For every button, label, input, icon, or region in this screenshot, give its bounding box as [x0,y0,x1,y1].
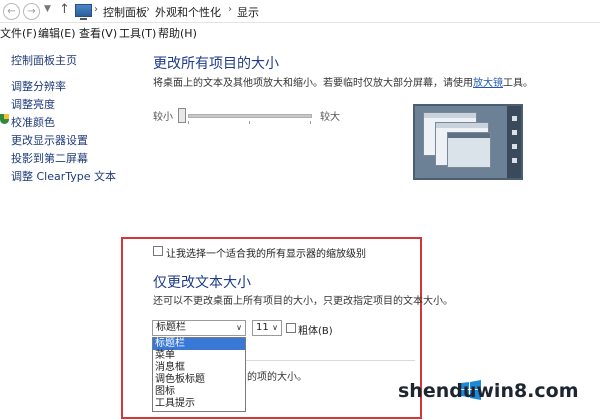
breadcrumb-appearance[interactable]: 外观和个性化 [155,4,221,20]
page-title: 更改所有项目的大小 [153,56,279,72]
bold-checkbox[interactable] [286,323,296,333]
custom-scaling-label: 让我选择一个适合我的所有显示器的缩放级别 [166,249,366,260]
preview-sidebar [507,106,521,178]
description-suffix: 工具。 [503,78,533,89]
history-dropdown-icon[interactable]: ▼ [44,4,51,14]
menu-view[interactable]: 查看(V) [79,25,117,41]
description-text: 将桌面上的文本及其他项放大和缩小。若要临时仅放大部分屏幕，请使用 [153,78,473,89]
custom-scaling-checkbox[interactable] [153,246,163,256]
text-item-dropdown-list: 标题栏 菜单 消息框 调色板标题 图标 工具提示 [152,337,246,412]
dropdown-option-tooltip[interactable]: 工具提示 [153,398,245,410]
preview-window [447,132,491,168]
display-preview-image [413,104,523,180]
sidebar-item-calibrate-color[interactable]: 校准颜色 [11,114,55,130]
menu-help[interactable]: 帮助(H) [158,25,197,41]
dropdown-option-title-bar[interactable]: 标题栏 [153,338,245,350]
forward-arrow-icon[interactable]: → [23,3,40,20]
bold-label: 粗体(B) [298,326,333,337]
back-arrow-icon[interactable]: ← [3,3,20,20]
shield-icon [0,114,9,124]
magnifier-link[interactable]: 放大镜 [473,78,503,89]
sidebar-item-brightness[interactable]: 调整亮度 [11,96,55,112]
text-item-select[interactable]: 标题栏 ∨ [152,320,246,336]
dropdown-option-icon[interactable]: 图标 [153,386,245,398]
up-arrow-icon[interactable]: ↑ [59,2,70,17]
page-description: 将桌面上的文本及其他项放大和缩小。若要临时仅放大部分屏幕，请使用放大镜工具。 [153,74,533,89]
breadcrumb-display[interactable]: 显示 [237,4,259,20]
slider-tick [249,121,250,124]
slider-min-label: 较小 [153,112,173,123]
chevron-down-icon: ∨ [272,323,278,332]
breadcrumb-separator-icon: › [228,4,232,15]
sidebar-item-cleartype[interactable]: 调整 ClearType 文本 [11,168,116,184]
slider-tick [310,121,311,124]
text-size-title: 仅更改文本大小 [153,275,251,291]
text-size-description: 还可以不更改桌面上所有项目的大小，只更改指定项目的文本大小。 [153,296,453,307]
menu-tools[interactable]: 工具(T) [119,25,156,41]
dropdown-option-menu[interactable]: 菜单 [153,350,245,362]
sidebar-item-resolution[interactable]: 调整分辨率 [11,78,66,94]
size-slider-thumb[interactable] [178,108,186,123]
breadcrumb-control-panel[interactable]: 控制面板 [103,4,147,20]
chevron-down-icon: ∨ [236,323,242,332]
slider-max-label: 较大 [320,112,340,123]
font-size-select[interactable]: 11 ∨ [252,320,282,336]
menu-edit[interactable]: 编辑(E) [38,25,76,41]
breadcrumb-separator-icon: › [146,4,150,15]
dropdown-option-message-box[interactable]: 消息框 [153,362,245,374]
control-panel-icon [75,4,92,20]
menu-file[interactable]: 文件(F) [0,25,37,41]
dropdown-option-palette-title[interactable]: 调色板标题 [153,374,245,386]
divider [245,360,415,361]
sidebar-item-second-screen[interactable]: 投影到第二屏幕 [11,150,88,166]
sidebar-item-home[interactable]: 控制面板主页 [11,52,77,68]
partial-text: 的项的大小。 [247,372,307,383]
address-bar: ← → ▼ ↑ › 控制面板 › 外观和个性化 › 显示 [0,0,600,23]
breadcrumb-separator-icon: › [94,4,98,15]
watermark-text: shenduwin8.com [398,380,579,402]
text-item-select-value: 标题栏 [156,322,186,333]
size-slider-track[interactable] [188,114,312,118]
menu-bar: 文件(F) 编辑(E) 查看(V) 工具(T) 帮助(H) [0,24,600,40]
slider-tick [188,121,189,124]
sidebar-item-display-settings[interactable]: 更改显示器设置 [11,132,88,148]
font-size-select-value: 11 [256,322,269,333]
